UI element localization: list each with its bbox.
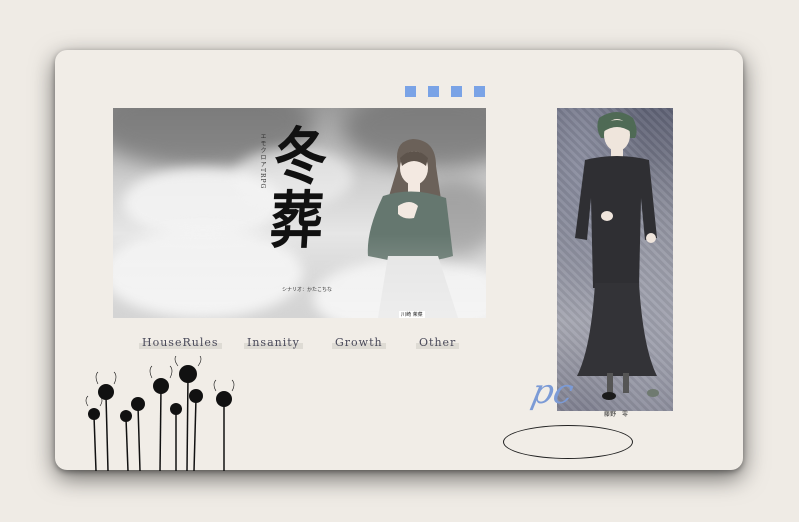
decorative-ellipse — [503, 425, 633, 459]
nav-item-growth[interactable]: Growth — [332, 336, 386, 349]
pc-portrait-image — [557, 108, 673, 411]
pc-character-name: 藤野 零 — [604, 411, 629, 418]
indicator-square-4 — [474, 86, 485, 97]
indicator-square-1 — [405, 86, 416, 97]
banner-character-name: 川崎 茉菜 — [399, 311, 425, 318]
pc-signature: pc — [527, 372, 578, 412]
nav-item-other[interactable]: Other — [416, 336, 460, 349]
nav-item-houserules[interactable]: HouseRules — [139, 336, 222, 349]
pc-character-illustration — [575, 112, 659, 400]
indicator-square-3 — [451, 86, 462, 97]
spider-lily-flowers-illustration — [85, 356, 235, 472]
square-indicators — [405, 86, 485, 97]
scenario-author-text: シナリオ：かたこちな — [282, 287, 333, 293]
indicator-square-2 — [428, 86, 439, 97]
nav-item-insanity[interactable]: Insanity — [244, 336, 303, 349]
scenario-title: 冬葬 — [268, 120, 326, 257]
